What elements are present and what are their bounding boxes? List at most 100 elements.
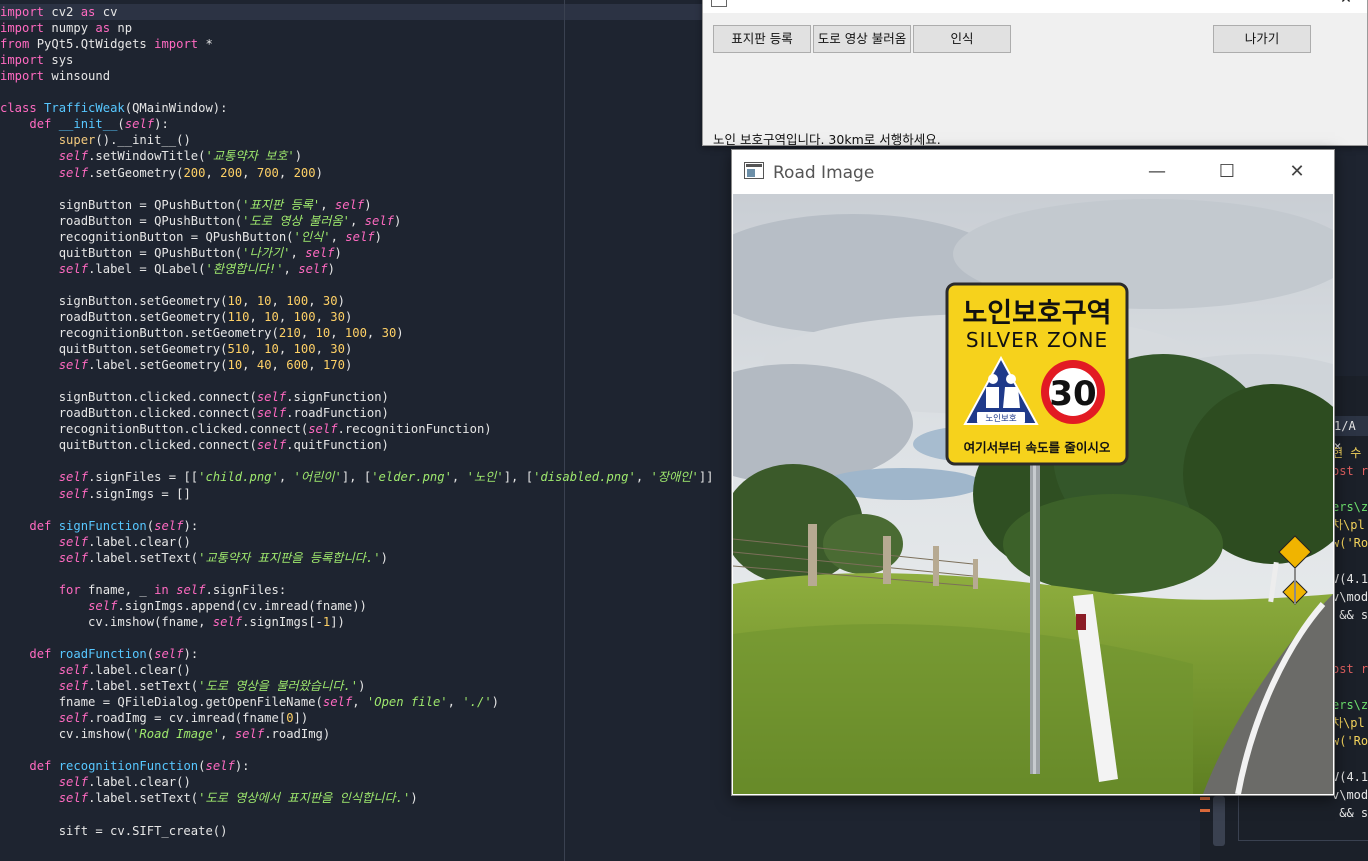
sign-register-button[interactable]: 표지판 등록 [713, 25, 811, 53]
code-line[interactable]: signButton = QPushButton('표지판 등록', self) [0, 197, 372, 213]
code-line[interactable]: cv.imshow('Road Image', self.roadImg) [0, 726, 331, 742]
code-token: as [95, 21, 111, 36]
code-token: .label.setText( [88, 550, 199, 565]
code-line[interactable]: from PyQt5.QtWidgets import * [0, 36, 213, 52]
code-token: self [58, 486, 89, 501]
code-line[interactable]: recognitionButton.clicked.connect(self.r… [0, 421, 492, 437]
code-line[interactable]: self.label.setText('도로 영상에서 표지판을 인식합니다.'… [0, 790, 418, 806]
code-line[interactable]: self.setGeometry(200, 200, 700, 200) [0, 165, 323, 181]
code-token: 40 [256, 358, 272, 373]
code-token: PyQt5.QtWidgets [29, 37, 155, 52]
scrollbar-thumb[interactable] [1213, 796, 1225, 846]
code-line[interactable]: self.label.clear() [0, 534, 191, 550]
code-line[interactable]: self.signImgs = [] [0, 486, 191, 502]
code-line[interactable]: quitButton.setGeometry(510, 10, 100, 30) [0, 341, 353, 357]
terminal-line: 차\pl [1332, 518, 1365, 532]
code-line[interactable]: import winsound [0, 68, 110, 84]
code-line[interactable]: fname = QFileDialog.getOpenFileName(self… [0, 694, 499, 710]
code-token: '교통약자 표지판을 등록합니다.' [198, 550, 381, 565]
terminal-tab[interactable]: 1/A × [1330, 416, 1368, 453]
code-line[interactable]: roadButton = QPushButton('도로 영상 불러옴', se… [0, 213, 402, 229]
minimize-button[interactable]: — [1134, 158, 1180, 186]
code-line[interactable]: import numpy as np [0, 20, 132, 36]
code-line[interactable]: sift = cv.SIFT_create() [0, 823, 228, 839]
code-line[interactable]: roadButton.setGeometry(110, 10, 100, 30) [0, 309, 353, 325]
sign-pictogram-label: 노인보호 [985, 413, 1016, 424]
code-token: .quitFunction) [286, 438, 389, 453]
code-line[interactable]: for fname, _ in self.signFiles: [0, 582, 287, 598]
code-line[interactable]: def signFunction(self): [0, 518, 198, 534]
qt-titlebar[interactable]: — ✕ [703, 0, 1367, 13]
code-line[interactable]: self.label.clear() [0, 774, 191, 790]
code-line[interactable]: recognitionButton = QPushButton('인식', se… [0, 229, 382, 245]
load-road-image-button[interactable]: 도로 영상 불러옴 [813, 25, 911, 53]
code-token: sys [44, 53, 74, 68]
code-token: 30 [381, 326, 397, 340]
code-line[interactable]: self.signFiles = [['child.png', '어린이'], … [0, 469, 714, 485]
code-line[interactable]: def __init__(self): [0, 116, 168, 132]
code-token: def [29, 117, 52, 132]
close-button[interactable]: ✕ [1274, 158, 1320, 186]
code-token: self [298, 261, 328, 276]
code-token: .signImgs = [] [88, 486, 191, 501]
code-token: signButton.clicked.connect( [0, 390, 257, 405]
terminal-line: && s [1332, 806, 1368, 820]
code-line[interactable]: self.label = QLabel('환영합니다!', self) [0, 261, 335, 277]
code-line[interactable]: quitButton = QPushButton('나가기', self) [0, 245, 342, 261]
minimize-button[interactable]: — [1277, 0, 1323, 13]
code-token: ) [380, 550, 388, 565]
code-line[interactable]: self.label.setGeometry(10, 40, 600, 170) [0, 357, 353, 373]
code-line[interactable]: def roadFunction(self): [0, 646, 198, 662]
code-token: , [271, 358, 287, 373]
terminal-line: V(4.1 [1332, 572, 1368, 586]
code-token: in [154, 582, 169, 597]
code-line[interactable]: signButton.clicked.connect(self.signFunc… [0, 389, 389, 405]
code-line[interactable]: import cv2 as cv [0, 4, 117, 20]
opencv-window-icon [744, 162, 764, 179]
code-line[interactable]: quitButton.clicked.connect(self.quitFunc… [0, 437, 389, 453]
code-token: self [334, 197, 365, 212]
code-line[interactable]: self.label.setText('도로 영상을 불러왔습니다.') [0, 678, 366, 694]
code-token: 'Open file' [366, 695, 448, 710]
code-line[interactable]: cv.imshow(fname, self.signImgs[-1]) [0, 614, 345, 630]
code-line[interactable]: recognitionButton.setGeometry(210, 10, 1… [0, 325, 404, 341]
terminal-line: && s [1332, 608, 1368, 622]
code-line[interactable]: class TrafficWeak(QMainWindow): [0, 100, 227, 116]
code-line[interactable]: import sys [0, 52, 73, 68]
maximize-button[interactable]: ☐ [1204, 158, 1250, 186]
code-line[interactable]: self.signImgs.append(cv.imread(fname)) [0, 598, 367, 614]
code-token: * [198, 37, 213, 52]
code-token: , [451, 470, 467, 485]
code-token: ) [334, 245, 342, 260]
code-line[interactable]: self.label.clear() [0, 662, 191, 678]
code-token: cv.imshow( [0, 727, 133, 742]
code-token: ) [364, 197, 372, 212]
code-token: self [58, 550, 89, 565]
code-line[interactable]: self.setWindowTitle('교통약자 보호') [0, 148, 302, 164]
code-token: .label.setGeometry( [88, 358, 228, 373]
code-token: , [330, 229, 346, 244]
code-line[interactable]: self.label.setText('교통약자 표지판을 등록합니다.') [0, 550, 388, 566]
code-line[interactable]: roadButton.clicked.connect(self.roadFunc… [0, 405, 389, 421]
recognition-button[interactable]: 인식 [913, 25, 1011, 53]
quit-button[interactable]: 나가기 [1213, 25, 1311, 53]
code-token: .signImgs.append(cv.imread(fname)) [117, 598, 367, 613]
code-line[interactable]: super().__init__() [0, 132, 191, 148]
road-window-titlebar[interactable]: Road Image — ☐ ✕ [732, 150, 1334, 194]
close-button[interactable]: ✕ [1323, 0, 1368, 13]
code-token: , [278, 342, 294, 357]
code-token: quitButton.setGeometry( [0, 342, 228, 357]
code-line[interactable]: signButton.setGeometry(10, 10, 100, 30) [0, 293, 345, 309]
code-line[interactable]: self.roadImg = cv.imread(fname[0]) [0, 710, 309, 726]
code-token: (QMainWindow): [124, 101, 228, 116]
code-line[interactable]: def recognitionFunction(self): [0, 758, 249, 774]
